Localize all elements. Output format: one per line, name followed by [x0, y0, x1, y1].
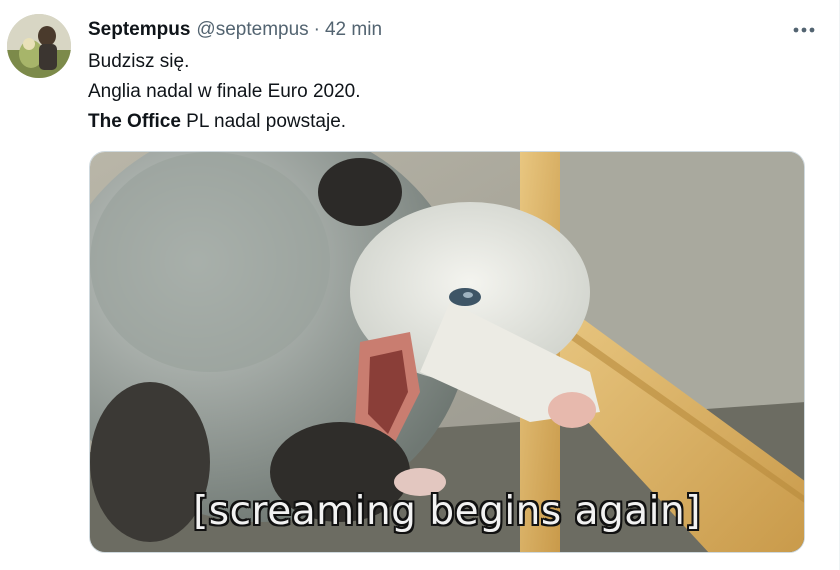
gif-caption: [screaming begins again] [193, 489, 701, 534]
avatar-image [7, 14, 71, 78]
separator-dot: · [313, 19, 320, 40]
tweet-text-bold: The Office [88, 111, 181, 132]
tweet-card[interactable]: Septempus @septempus · 42 min Budzisz si… [0, 0, 840, 570]
tweet-text-line: The Office PL nadal powstaje. [88, 107, 818, 137]
tweet-header: Septempus @septempus · 42 min [88, 16, 818, 44]
author-handle[interactable]: @septempus [196, 16, 308, 44]
tweet-body: Septempus @septempus · 42 min Budzisz si… [88, 16, 818, 137]
more-horizontal-icon [793, 27, 815, 33]
avatar[interactable] [7, 14, 71, 78]
tweet-text-line: Anglia nadal w finale Euro 2020. [88, 81, 361, 102]
author-display-name[interactable]: Septempus [88, 16, 190, 44]
more-options-button[interactable] [789, 18, 819, 42]
tweet-text-rest: PL nadal powstaje. [180, 111, 347, 132]
tweet-text: Budzisz się. Anglia nadal w finale Euro … [88, 47, 818, 137]
tweet-timestamp[interactable]: 42 min [325, 16, 382, 44]
tweet-text-line: Budzisz się. [88, 51, 190, 72]
tweet-media-gif[interactable]: [screaming begins again] [89, 151, 805, 553]
